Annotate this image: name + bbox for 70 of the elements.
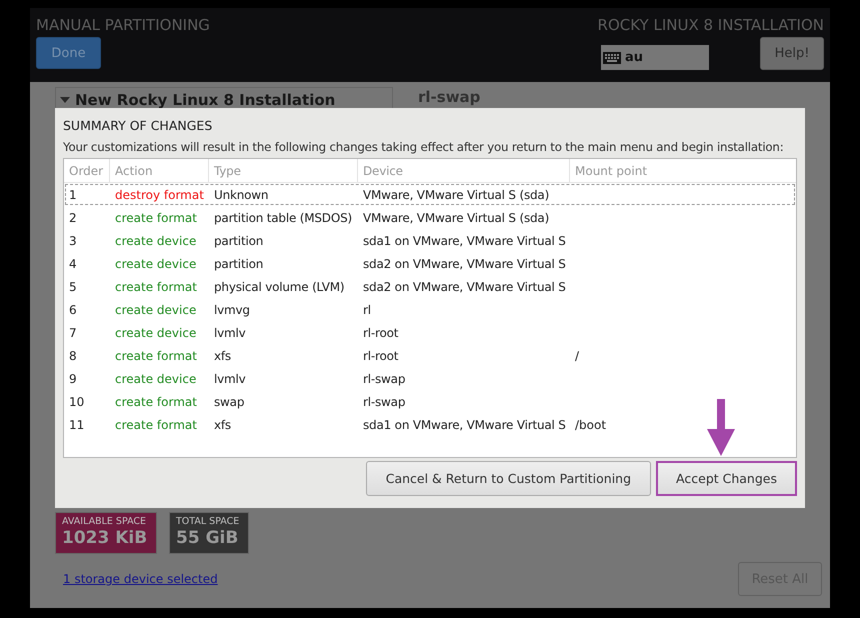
table-cell-text: partition [213,256,264,270]
table-cell-text: create format [114,394,198,408]
table-cell-text: 9 [68,372,78,386]
table-cell-text: 7 [68,326,78,340]
table-cell-text: Unknown [213,188,270,202]
table-cell-text: physical volume (LVM) [213,280,346,294]
table-cell-text: create format [114,418,198,432]
table-cell-text: sda2 on VMware, VMware Virtual S [362,280,567,294]
table-row[interactable]: 11 create format xfs sda1 on VMware, VMware Virtual S /boot [64,413,796,436]
table-row[interactable]: 9 create device lvmlv rl-swap [64,367,796,390]
table-row[interactable]: 6 create device lvmvg rl [64,298,796,321]
table-cell-text: rl-swap [362,372,406,386]
total-space-tile: TOTAL SPACE 55 GiB [169,512,249,554]
table-cell-text: 2 [68,210,78,224]
table-cell-text: create device [114,302,198,316]
table-cell-text: create device [114,372,198,386]
table-cell-text: /boot [574,418,608,432]
table-cell-text: create device [114,256,198,270]
table-cell-text: sda2 on VMware, VMware Virtual S [362,256,567,270]
arrow-icon [706,399,736,457]
available-space-tile: AVAILABLE SPACE 1023 KiB [55,512,157,554]
table-cell-text: partition table (MSDOS) [213,210,353,224]
table-cell-text: 10 [68,394,86,408]
expander-icon [60,96,70,104]
table-cell-text: create format [114,210,198,224]
accept-button[interactable]: Accept Changes [656,461,797,496]
table-cell-text: 6 [68,302,78,316]
product-title: ROCKY LINUX 8 INSTALLATION [598,16,824,34]
table-cell-text: VMware, VMware Virtual S (sda) [362,188,550,202]
table-cell-text: xfs [213,348,232,362]
table-cell-text: rl-swap [362,394,406,408]
keyboard-icon [603,52,621,64]
keyboard-layout-field[interactable]: au [601,45,709,70]
table-row[interactable]: 1 destroy format Unknown VMware, VMware Virtual S (sda) [64,183,796,206]
table-cell-text: destroy format [114,188,205,202]
table-row[interactable]: 2 create format partition table (MSDOS) VMware, VMware Virtual S (sda) [64,206,796,229]
table-cell-text: 11 [68,418,86,432]
table-cell-text: 4 [68,256,78,270]
table-row[interactable]: 3 create device partition sda1 on VMware, VMware Virtual S [64,229,796,252]
table-cell-text: sda1 on VMware, VMware Virtual S [362,418,567,432]
table-row[interactable]: 4 create device partition sda2 on VMware, VMware Virtual S [64,252,796,275]
table-cell-text: create format [114,280,198,294]
table-cell-text: sda1 on VMware, VMware Virtual S [362,234,567,248]
table-cell-text: / [574,348,580,362]
table-cell-text: lvmlv [213,326,247,340]
table-row[interactable]: 8 create format xfs rl-root / [64,344,796,367]
dialog-title: SUMMARY OF CHANGES [63,118,214,133]
table-cell-text: 1 [68,188,78,202]
table-cell-text: create device [114,326,198,340]
table-row[interactable]: 7 create device lvmlv rl-root [64,321,796,344]
table-cell-text: 5 [68,280,78,294]
table-cell-text: rl-root [362,326,400,340]
table-cell-text: rl-root [362,348,400,362]
table-cell-text: lvmvg [213,302,251,316]
table-cell-text: partition [213,234,264,248]
table-cell-text: lvmlv [213,372,247,386]
device-name: rl-swap [418,87,480,108]
table-cell-text: rl [362,302,372,316]
table-cell-text: 8 [68,348,78,362]
table-cell-text: swap [213,394,246,408]
cancel-button[interactable]: Cancel & Return to Custom Partitioning [366,461,652,496]
table-cell-text: create format [114,348,198,362]
table-row[interactable]: 10 create format swap rl-swap [64,390,796,413]
table-cell-text: VMware, VMware Virtual S (sda) [362,210,550,224]
table-cell-text: xfs [213,418,232,432]
dialog-description: Your customizations will result in the following changes taking effect after you return to the main menu and begin installation: [63,140,784,154]
table-row[interactable]: 5 create format physical volume (LVM) sda2 on VMware, VMware Virtual S [64,275,796,298]
screen-title: MANUAL PARTITIONING [36,16,210,34]
table-cell-text: create device [114,234,198,248]
table-cell-text: 3 [68,234,78,248]
